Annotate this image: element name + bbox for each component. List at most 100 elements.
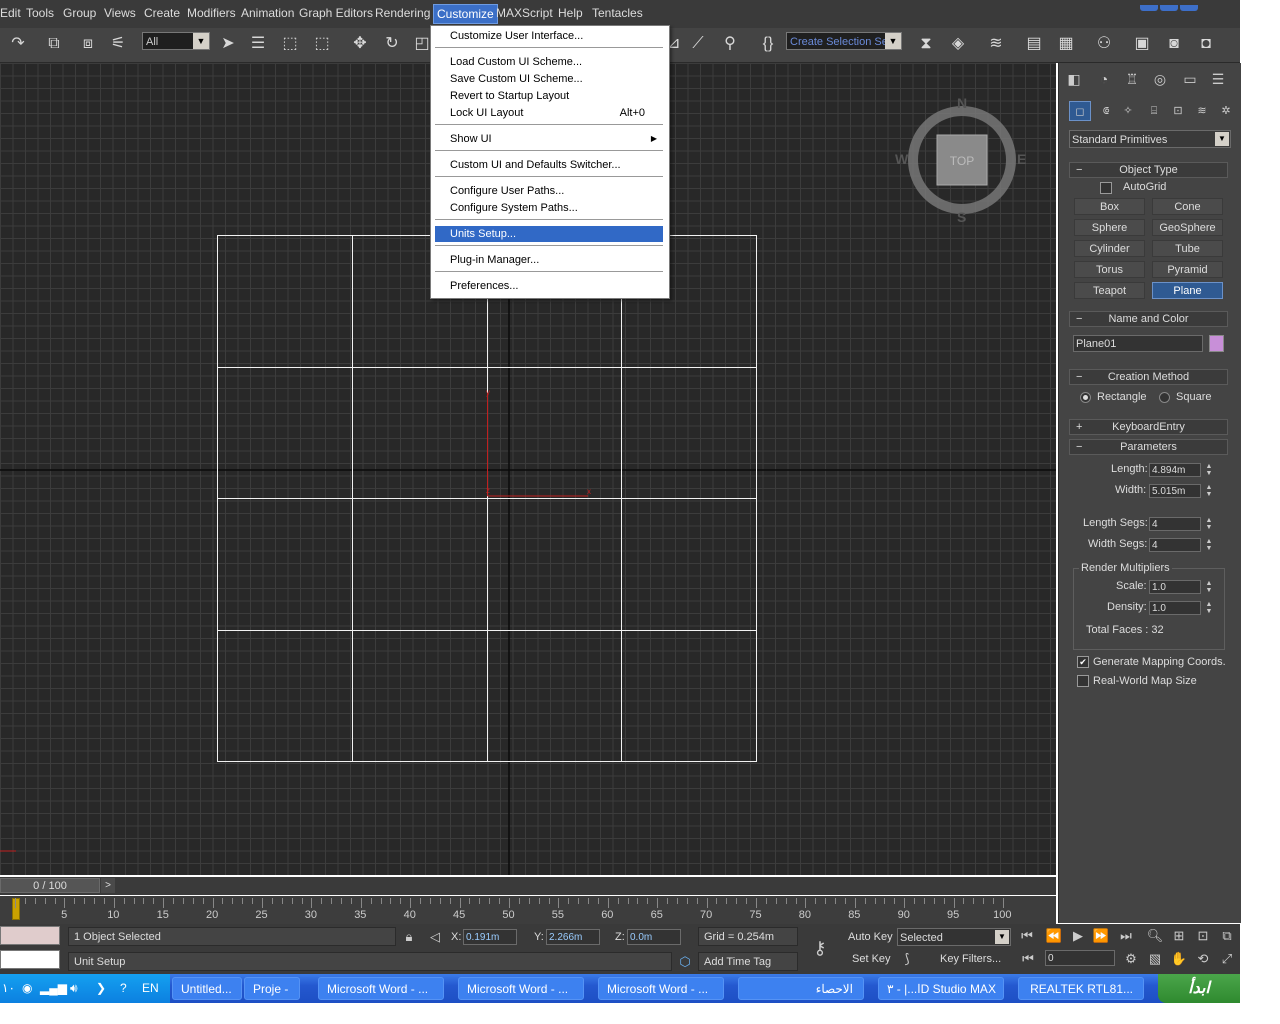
- object-name-input[interactable]: Plane01: [1073, 335, 1203, 352]
- utilities-tab-icon[interactable]: ☰: [1207, 69, 1229, 89]
- geosphere-button[interactable]: GeoSphere: [1152, 219, 1223, 236]
- minimize-icon[interactable]: [1140, 5, 1158, 11]
- menu-graph-editors[interactable]: Graph Editors: [299, 6, 373, 20]
- time-slider-thumb[interactable]: 0 / 100: [0, 878, 100, 893]
- signal-icon[interactable]: ▂▄▆: [40, 974, 67, 1003]
- generate-mapping-checkbox[interactable]: ✔: [1077, 656, 1089, 668]
- set-key-button[interactable]: Set Key: [852, 953, 891, 965]
- quick-render-icon[interactable]: ◘: [1196, 34, 1216, 54]
- rollout-creation-method[interactable]: − Creation Method: [1069, 369, 1228, 385]
- tube-button[interactable]: Tube: [1152, 240, 1223, 257]
- select-link-icon[interactable]: ⧉: [44, 34, 64, 54]
- box-button[interactable]: Box: [1074, 198, 1145, 215]
- menu-edit[interactable]: Edit: [0, 6, 21, 20]
- taskbar-word-1[interactable]: Microsoft Word - ...: [318, 977, 444, 1000]
- angle-snap-icon[interactable]: ⟋: [688, 34, 708, 54]
- absolute-mode-icon[interactable]: ◁: [426, 929, 444, 945]
- start-button[interactable]: ابدأ: [1158, 974, 1240, 1003]
- square-radio[interactable]: [1159, 392, 1170, 403]
- pan-icon[interactable]: ✋: [1170, 951, 1188, 967]
- real-world-map-checkbox[interactable]: [1077, 675, 1089, 687]
- menu-create[interactable]: Create: [144, 6, 180, 20]
- width-input[interactable]: 5.015m: [1149, 484, 1201, 498]
- orbit-icon[interactable]: ⟲: [1194, 951, 1212, 967]
- maximize-viewport-icon[interactable]: ⤢: [1218, 951, 1236, 967]
- menu-item-plugin-manager[interactable]: Plug-in Manager...: [435, 252, 663, 268]
- maximize-icon[interactable]: [1160, 5, 1178, 11]
- viewcube[interactable]: TOP N S E W: [895, 95, 1026, 225]
- zoom-extents-all-icon[interactable]: ⧉: [1218, 928, 1236, 944]
- time-config-icon[interactable]: ⚙: [1122, 951, 1140, 967]
- menu-help[interactable]: Help: [558, 6, 583, 20]
- rendered-frame-icon[interactable]: ◙: [1164, 34, 1184, 54]
- taskbar-word-2[interactable]: Microsoft Word - ...: [458, 977, 584, 1000]
- menu-item-revert-layout[interactable]: Revert to Startup Layout: [435, 88, 663, 104]
- helpers-icon[interactable]: ⊡: [1167, 101, 1189, 121]
- redo-icon[interactable]: ↷: [8, 34, 28, 54]
- menu-views[interactable]: Views: [104, 6, 136, 20]
- display-tab-icon[interactable]: ▭: [1179, 69, 1201, 89]
- next-frame-button[interactable]: >: [101, 878, 115, 893]
- schematic-view-icon[interactable]: ▦: [1056, 34, 1076, 54]
- zoom-extents-icon[interactable]: ⊡: [1194, 928, 1212, 944]
- lights-icon[interactable]: ✧: [1117, 101, 1139, 121]
- hierarchy-tab-icon[interactable]: ♖: [1121, 69, 1143, 89]
- width-segs-spinner[interactable]: ▲ ▼: [1204, 538, 1214, 552]
- time-tag-icon[interactable]: ⬡: [676, 954, 694, 970]
- systems-icon[interactable]: ✲: [1215, 101, 1237, 121]
- goto-end-icon[interactable]: ⏭: [1117, 928, 1135, 944]
- volume-icon[interactable]: 🔊︎: [70, 974, 78, 1003]
- key-filters-button[interactable]: Key Filters...: [940, 953, 1001, 965]
- primitive-category-dropdown[interactable]: Standard Primitives ▼: [1069, 130, 1231, 148]
- x-coord-input[interactable]: 0.191m: [463, 929, 517, 945]
- scale-spinner[interactable]: ▲ ▼: [1204, 580, 1214, 594]
- length-spinner[interactable]: ▲ ▼: [1204, 463, 1214, 477]
- taskbar-project[interactable]: Proje -: [244, 977, 300, 1000]
- menu-item-preferences[interactable]: Preferences...: [435, 278, 663, 294]
- rectangle-radio[interactable]: [1080, 392, 1091, 403]
- track-bar[interactable]: 5 10 15 20 25 30 35 40 45 50 55 60 65 70 75 80 85 90 95 100: [0, 896, 1056, 924]
- rollout-keyboard-entry[interactable]: + KeyboardEntry: [1069, 419, 1228, 435]
- menu-item-lock-layout[interactable]: Lock UI Layout Alt+0: [435, 105, 663, 121]
- rotate-icon[interactable]: ↻: [382, 34, 402, 54]
- menu-animation[interactable]: Animation: [241, 6, 294, 20]
- cylinder-button[interactable]: Cylinder: [1074, 240, 1145, 257]
- motion-tab-icon[interactable]: ◎: [1149, 69, 1171, 89]
- pyramid-button[interactable]: Pyramid: [1152, 261, 1223, 278]
- maxscript-input-mini[interactable]: [0, 950, 60, 969]
- edit-named-selections-icon[interactable]: {}: [758, 34, 778, 54]
- select-object-icon[interactable]: ➤: [218, 34, 238, 54]
- move-icon[interactable]: ✥: [350, 34, 370, 54]
- menu-modifiers[interactable]: Modifiers: [187, 6, 236, 20]
- torus-button[interactable]: Torus: [1074, 261, 1145, 278]
- next-frame-icon[interactable]: ⏩: [1092, 928, 1110, 944]
- density-spinner[interactable]: ▲ ▼: [1204, 601, 1214, 615]
- sphere-button[interactable]: Sphere: [1074, 219, 1145, 236]
- percent-snap-icon[interactable]: ⚲: [720, 34, 740, 54]
- z-coord-input[interactable]: 0.0m: [627, 929, 681, 945]
- taskbar-folder[interactable]: الاحصاء: [738, 977, 864, 1000]
- play-icon[interactable]: ▶: [1069, 928, 1087, 944]
- expand-tray-icon[interactable]: ❯: [96, 974, 106, 1003]
- language-indicator[interactable]: EN: [142, 974, 159, 1003]
- density-input[interactable]: 1.0: [1149, 601, 1201, 615]
- unlink-icon[interactable]: ⧈: [78, 34, 98, 54]
- material-editor-icon[interactable]: ⚇: [1094, 34, 1114, 54]
- scale-icon[interactable]: ◰: [412, 34, 432, 54]
- shapes-icon[interactable]: ⟃: [1095, 101, 1117, 121]
- object-color-swatch[interactable]: [1209, 335, 1224, 352]
- key-icon[interactable]: ⚷: [808, 938, 832, 959]
- menu-maxscript[interactable]: MAXScript: [496, 6, 553, 20]
- menu-item-load-scheme[interactable]: Load Custom UI Scheme...: [435, 54, 663, 70]
- taskbar-realtek[interactable]: REALTEK RTL81...: [1018, 977, 1144, 1000]
- length-segs-spinner[interactable]: ▲ ▼: [1204, 517, 1214, 531]
- teapot-button[interactable]: Teapot: [1074, 282, 1145, 299]
- window-crossing-icon[interactable]: ⬚: [312, 34, 332, 54]
- key-mode-dropdown[interactable]: Selected ▼: [897, 928, 1011, 946]
- lock-selection-icon[interactable]: 🔒︎: [400, 929, 418, 945]
- current-frame-input[interactable]: 0: [1045, 950, 1115, 966]
- scale-input[interactable]: 1.0: [1149, 580, 1201, 594]
- y-coord-input[interactable]: 2.266m: [546, 929, 600, 945]
- create-tab-icon[interactable]: ◧: [1063, 69, 1085, 89]
- geometry-icon[interactable]: ◻: [1069, 101, 1091, 121]
